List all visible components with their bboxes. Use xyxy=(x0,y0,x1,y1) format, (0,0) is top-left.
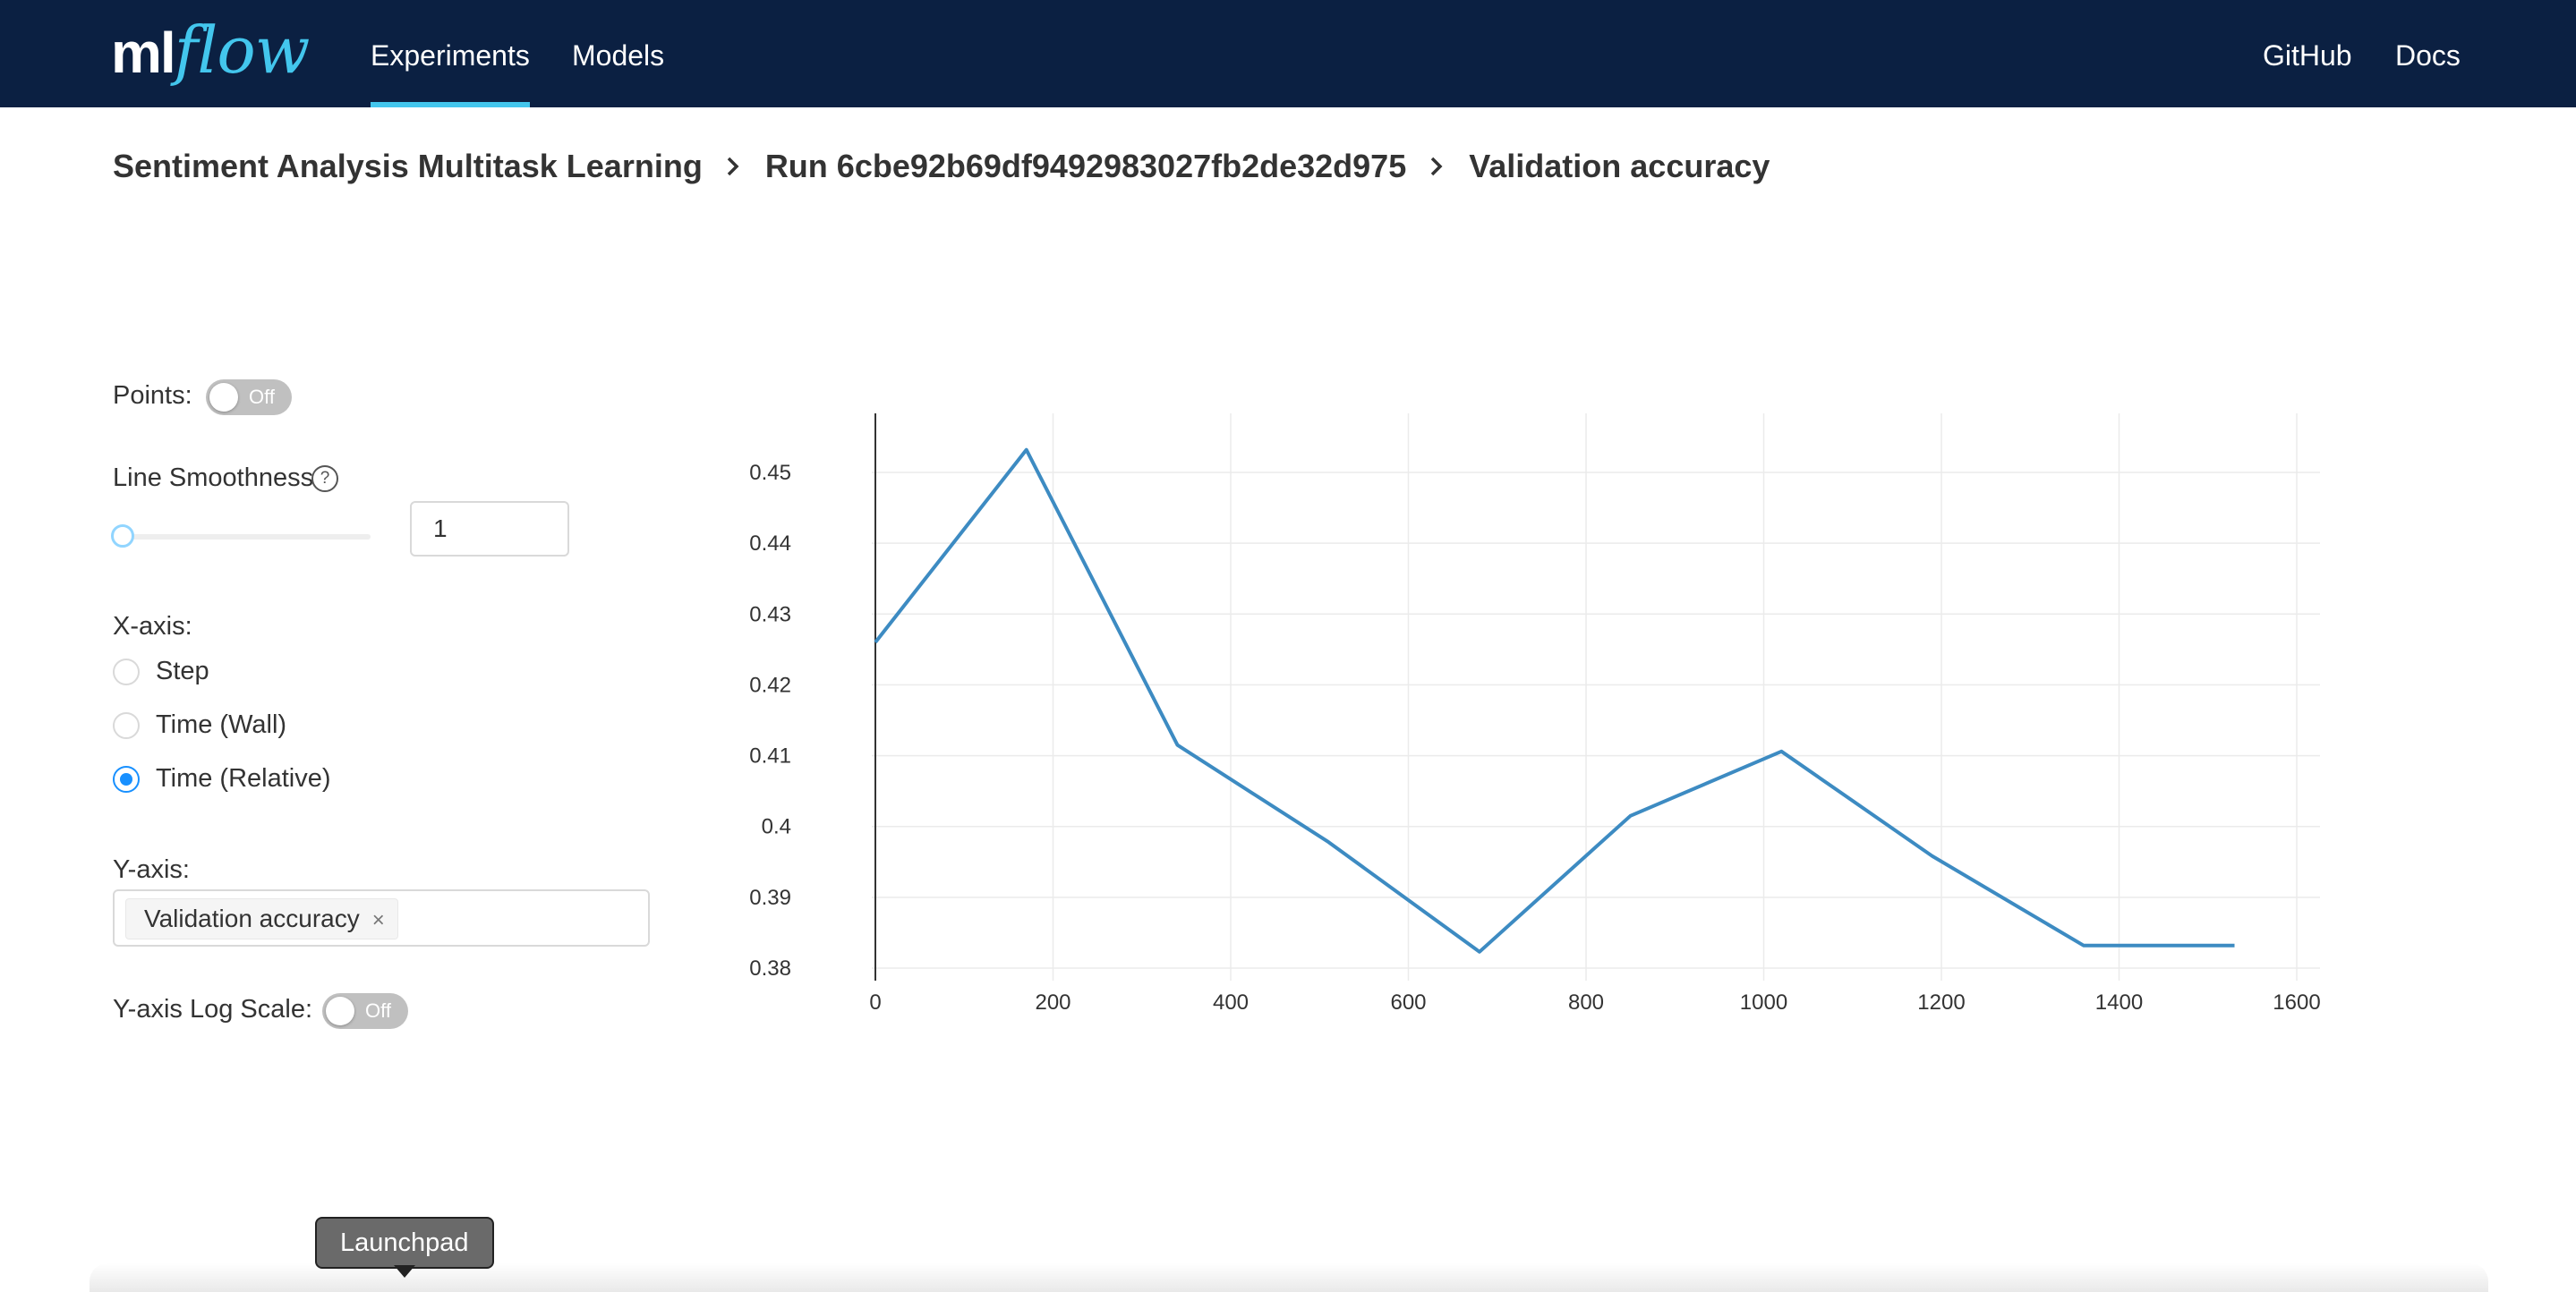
nav-docs-link[interactable]: Docs xyxy=(2395,0,2461,107)
toggle-knob xyxy=(326,997,354,1025)
tooltip-arrow xyxy=(394,1265,415,1278)
close-icon[interactable]: × xyxy=(372,908,385,932)
nav-models-label: Models xyxy=(572,39,665,72)
toggle-knob xyxy=(209,383,238,412)
radio-time-wall-label[interactable]: Time (Wall) xyxy=(156,710,286,740)
smoothness-input[interactable]: 1 xyxy=(410,501,569,557)
radio-time-wall[interactable] xyxy=(113,712,140,739)
x-tick-label: 0 xyxy=(869,990,881,1015)
x-tick-label: 800 xyxy=(1568,990,1604,1015)
points-toggle-state: Off xyxy=(249,386,275,408)
radio-selected-dot xyxy=(120,773,132,786)
points-label: Points: xyxy=(113,381,192,410)
breadcrumb-metric: Validation accuracy xyxy=(1469,148,1770,184)
y-axis-tag-label: Validation accuracy xyxy=(144,905,360,932)
y-tick-label: 0.38 xyxy=(749,956,791,981)
y-axis-select[interactable]: Validation accuracy × xyxy=(113,889,650,947)
y-log-scale-toggle[interactable]: Off xyxy=(322,993,408,1029)
question-circle-icon[interactable]: ? xyxy=(311,465,338,492)
chevron-right-icon xyxy=(727,157,739,176)
x-tick-label: 1600 xyxy=(2273,990,2320,1015)
y-tick-label: 0.4 xyxy=(762,815,791,839)
x-tick-label: 600 xyxy=(1390,990,1426,1015)
chevron-right-icon xyxy=(1430,157,1443,176)
nav-github-link[interactable]: GitHub xyxy=(2263,0,2352,107)
y-log-scale-toggle-state: Off xyxy=(365,999,391,1022)
nav-docs-label: Docs xyxy=(2395,39,2461,72)
active-tab-indicator xyxy=(371,102,530,107)
x-tick-label: 400 xyxy=(1213,990,1249,1015)
y-tick-label: 0.39 xyxy=(749,886,791,910)
y-tick-label: 0.41 xyxy=(749,744,791,769)
smoothness-slider-handle[interactable] xyxy=(111,524,134,548)
logo-ml-text: ml xyxy=(111,21,176,85)
x-tick-label: 200 xyxy=(1035,990,1070,1015)
y-axis-selected-tag: Validation accuracy × xyxy=(125,898,398,939)
x-tick-label: 1400 xyxy=(2095,990,2143,1015)
nav-experiments[interactable]: Experiments xyxy=(371,0,530,107)
mlflow-logo[interactable]: ml flow xyxy=(111,13,311,93)
breadcrumb-run-link[interactable]: Run 6cbe92b69df9492983027fb2de32d975 xyxy=(765,148,1406,185)
launchpad-tooltip: Launchpad xyxy=(315,1217,494,1269)
y-tick-label: 0.43 xyxy=(749,602,791,626)
line-smoothness-label: Line Smoothness xyxy=(113,463,314,492)
smoothness-slider-track[interactable] xyxy=(124,534,371,540)
nav-github-label: GitHub xyxy=(2263,39,2352,72)
radio-time-relative-label[interactable]: Time (Relative) xyxy=(156,764,331,794)
breadcrumb: Sentiment Analysis Multitask Learning Ru… xyxy=(113,143,1770,190)
metric-line-chart[interactable]: 0 200 400 600 800 1000 1200 1400 1600 0.38 0.39 0.4… xyxy=(698,394,2345,1038)
x-tick-label: 1200 xyxy=(1917,990,1965,1015)
y-axis-label: Y-axis: xyxy=(113,855,190,884)
nav-experiments-label: Experiments xyxy=(371,39,530,72)
breadcrumb-experiment-link[interactable]: Sentiment Analysis Multitask Learning xyxy=(113,148,703,185)
logo-flow-text: flow xyxy=(174,13,311,88)
y-tick-label: 0.45 xyxy=(749,461,791,485)
top-navbar: ml flow Experiments Models GitHub Docs xyxy=(0,0,2576,107)
y-tick-label: 0.44 xyxy=(749,531,791,556)
nav-models[interactable]: Models xyxy=(572,0,664,107)
radio-step-label[interactable]: Step xyxy=(156,657,209,686)
points-toggle[interactable]: Off xyxy=(206,379,292,415)
x-axis-label: X-axis: xyxy=(113,612,192,641)
x-tick-label: 1000 xyxy=(1740,990,1787,1015)
radio-time-relative[interactable] xyxy=(113,766,140,793)
series-line[interactable] xyxy=(874,447,2235,954)
y-tick-label: 0.42 xyxy=(749,673,791,697)
y-log-scale-label: Y-axis Log Scale: xyxy=(113,995,313,1024)
radio-step[interactable] xyxy=(113,659,140,685)
